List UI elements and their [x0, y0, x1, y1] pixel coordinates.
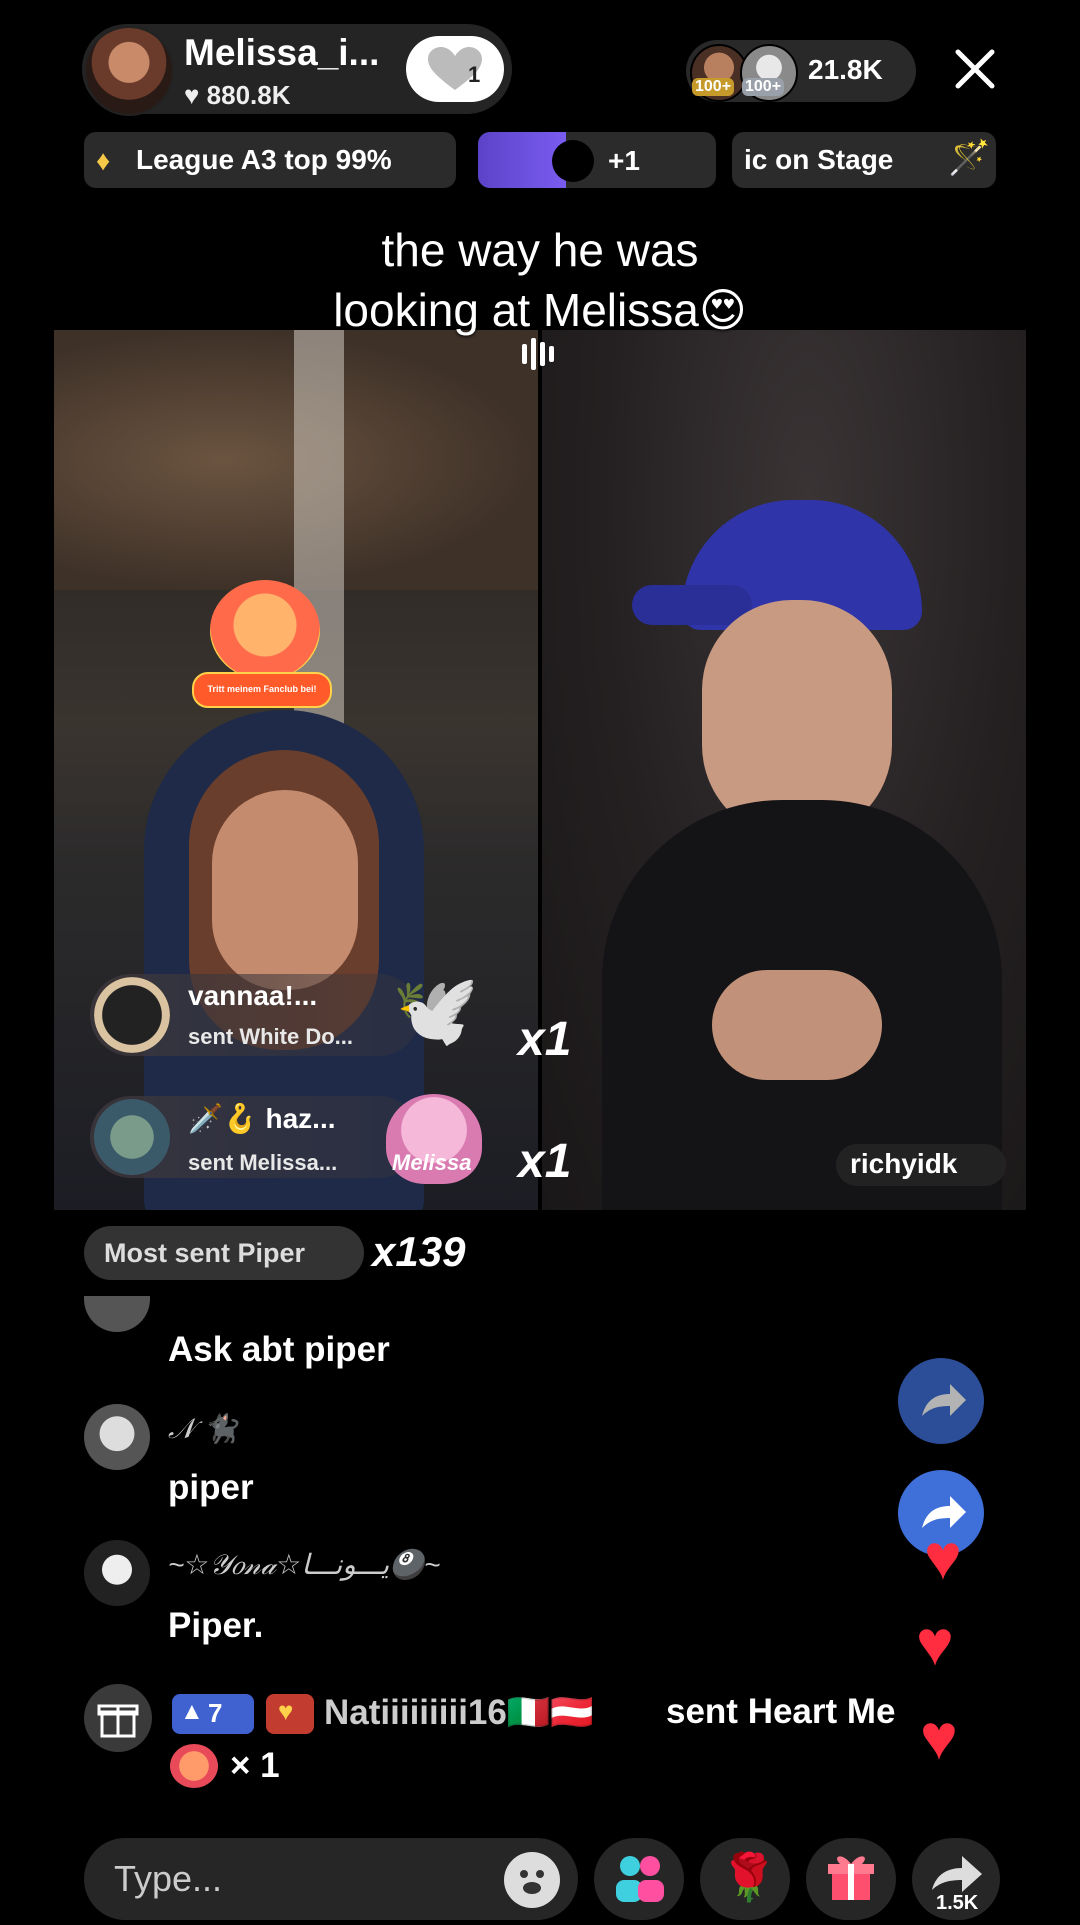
- host-likes: ♥ 880.8K: [184, 80, 291, 111]
- gift-sender-name: 🗡️🪝 haz...: [188, 1103, 336, 1134]
- rose-gift-button[interactable]: 🌹: [700, 1838, 790, 1920]
- level-icon: ▲: [180, 1698, 204, 1725]
- gift-box-icon: [97, 1704, 139, 1738]
- gift-sent-text: sent Heart Me: [666, 1692, 896, 1731]
- floating-heart-icon: ♥: [924, 1521, 962, 1593]
- chat-username[interactable]: 𝒩 🐈‍⬛: [168, 1412, 237, 1446]
- chat-message: Piper.: [168, 1606, 264, 1645]
- stage-text: ic on Stage: [744, 144, 894, 175]
- comment-placeholder[interactable]: Type...: [114, 1858, 222, 1900]
- mascot-icon: [210, 580, 320, 680]
- host-video[interactable]: [54, 330, 538, 1210]
- fan-badge-icon: ♥: [266, 1694, 314, 1734]
- audio-wave-icon: [520, 336, 560, 372]
- multi-guest-button[interactable]: [594, 1838, 684, 1920]
- melissa-gift-label: Melissa: [392, 1150, 472, 1175]
- gift-box-button[interactable]: [84, 1684, 152, 1752]
- melissa-gift-icon: Melissa: [386, 1094, 482, 1184]
- close-icon[interactable]: [950, 44, 1000, 94]
- gift-icon: [828, 1856, 874, 1900]
- chat-avatar[interactable]: [84, 1296, 150, 1332]
- fan-heart-icon: ♥: [278, 1696, 294, 1726]
- host-avatar[interactable]: [84, 26, 174, 116]
- floating-heart-icon: ♥: [916, 1607, 954, 1679]
- magic-wand-icon: 🪄: [948, 139, 991, 177]
- face: [212, 790, 358, 990]
- repost-button[interactable]: [898, 1358, 984, 1444]
- most-sent-count: x139: [372, 1228, 466, 1275]
- follow-count: 1: [468, 62, 481, 87]
- rose-icon: 🌹: [720, 1851, 778, 1903]
- gift-count: x1: [518, 1013, 572, 1066]
- floating-heart-icon: ♥: [920, 1701, 958, 1773]
- viewer-badge: 100+: [692, 78, 735, 96]
- gift-line-count: × 1: [230, 1746, 280, 1785]
- cap-brim: [632, 585, 752, 625]
- follow-button[interactable]: 1: [406, 36, 504, 102]
- guest-video[interactable]: [542, 330, 1026, 1210]
- level-number: 7: [208, 1698, 223, 1728]
- progress-plus: +1: [608, 145, 640, 176]
- emoji-button[interactable]: [504, 1852, 560, 1908]
- video-caption: the way he was looking at Melissa😍: [0, 220, 1080, 340]
- viewers-count: 21.8K: [808, 54, 883, 85]
- gift-button[interactable]: [806, 1838, 896, 1920]
- most-sent-label: Most sent Piper: [104, 1238, 306, 1268]
- gift-sender-name: vannaa!...: [188, 980, 318, 1011]
- host-name[interactable]: Melissa_i...: [184, 32, 379, 74]
- viewer-badge: 100+: [742, 78, 785, 96]
- people-icon: [616, 1856, 664, 1902]
- dove-icon: 🕊️: [392, 971, 480, 1049]
- guest-name: richyidk: [850, 1148, 958, 1179]
- heart-icon: ♥: [184, 80, 200, 110]
- fanclub-label: Tritt meinem Fanclub bei!: [192, 672, 332, 708]
- fanclub-sticker[interactable]: Tritt meinem Fanclub bei!: [190, 570, 340, 710]
- gift-sender-name[interactable]: Natiiiiiiiii16🇮🇹🇦🇹: [324, 1692, 594, 1733]
- chat-avatar[interactable]: [84, 1540, 150, 1606]
- gift-description: sent Melissa...: [188, 1150, 338, 1175]
- share-count: 1.5K: [936, 1892, 979, 1914]
- gift-sender-avatar[interactable]: [94, 977, 170, 1053]
- chat-avatar[interactable]: [84, 1404, 150, 1470]
- gift-description: sent White Do...: [188, 1024, 353, 1049]
- chat-message: Ask abt piper: [168, 1330, 390, 1369]
- caption-line: looking at Melissa😍: [333, 284, 747, 336]
- caption-line: the way he was: [381, 224, 699, 276]
- gift-count: x1: [518, 1135, 572, 1188]
- heart-me-gift-icon: [170, 1744, 218, 1788]
- smiley-icon: [520, 1870, 544, 1894]
- chat-message: piper: [168, 1468, 254, 1507]
- gift-sender-avatar[interactable]: [94, 1099, 170, 1175]
- heart-outline-icon: [428, 47, 482, 90]
- share-arrow-icon: [922, 1384, 966, 1416]
- likes-count: 880.8K: [206, 80, 291, 110]
- diamond-icon: ♦: [96, 145, 111, 176]
- hand: [712, 970, 882, 1080]
- chat-username[interactable]: ~☆𝒴𝑜𝓃𝒶☆يـــونـــا🎱~: [168, 1548, 440, 1582]
- progress-knob: [552, 140, 594, 182]
- league-text: League A3 top 99%: [136, 144, 392, 175]
